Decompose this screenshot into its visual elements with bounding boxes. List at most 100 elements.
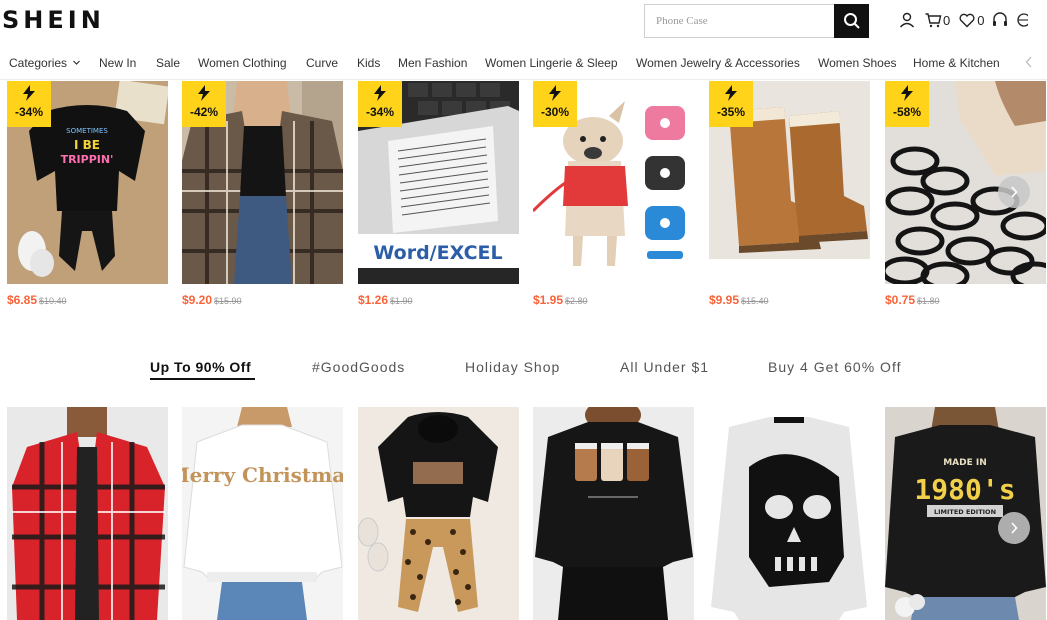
- discount-text: -34%: [365, 105, 394, 119]
- tab-up-to-90-off[interactable]: Up To 90% Off: [150, 359, 251, 375]
- chevron-right-icon: [1011, 522, 1018, 534]
- tab-buy-4-get-60-off[interactable]: Buy 4 Get 60% Off: [768, 359, 901, 375]
- flash-discount-badge: -34%: [7, 81, 51, 127]
- lightning-icon: [23, 85, 35, 101]
- nav-item-new-in[interactable]: New In: [99, 56, 136, 70]
- nav-scroll-left-button[interactable]: [1018, 46, 1040, 78]
- lightning-icon: [549, 85, 561, 101]
- original-price: $15.90: [214, 296, 242, 306]
- chevron-down-icon: [73, 60, 81, 65]
- discount-text: -35%: [716, 105, 745, 119]
- product-card[interactable]: -42%: [182, 81, 343, 284]
- wishlist-button[interactable]: 0: [958, 11, 984, 29]
- nav-item-women-clothing[interactable]: Women Clothing: [198, 56, 287, 70]
- shirt-print-line-1: MADE IN: [943, 458, 987, 468]
- sale-price: $0.75: [885, 293, 916, 307]
- product-image: [7, 407, 168, 620]
- original-price: $1.80: [917, 296, 940, 306]
- kids-print-line-1: SOMETIMES: [66, 127, 108, 135]
- sweater-print: Merry Christmas: [182, 463, 343, 487]
- product-image: [358, 407, 519, 620]
- cart-count: 0: [943, 12, 951, 28]
- nav-item-label: Categories: [9, 56, 68, 70]
- product-image: [533, 407, 694, 620]
- lightning-icon: [725, 85, 737, 101]
- category-nav: Categories New In Sale Women Clothing Cu…: [0, 44, 1047, 80]
- original-price: $10.40: [39, 296, 67, 306]
- sticker-label: Word/EXCEL: [373, 242, 502, 264]
- nav-item-women-jewelry[interactable]: Women Jewelry & Accessories: [636, 56, 800, 70]
- product-price: $6.85 $10.40: [7, 293, 67, 307]
- nav-item-sale[interactable]: Sale: [156, 56, 180, 70]
- original-price: $1.90: [390, 296, 413, 306]
- sale-price: $1.26: [358, 293, 389, 307]
- original-price: $2.80: [565, 296, 588, 306]
- original-price: $15.40: [741, 296, 769, 306]
- kids-print-line-2: I BE: [74, 138, 100, 152]
- user-icon[interactable]: [898, 11, 916, 29]
- nav-item-kids[interactable]: Kids: [357, 56, 380, 70]
- chevron-left-icon: [1025, 56, 1032, 68]
- headset-icon[interactable]: [992, 11, 1008, 29]
- product-card[interactable]: -58%: [885, 81, 1046, 284]
- flash-discount-badge: -34%: [358, 81, 402, 127]
- search-icon: [843, 13, 860, 29]
- cart-button[interactable]: 0: [924, 11, 950, 29]
- carousel-next-button[interactable]: [998, 512, 1030, 544]
- shirt-print-line-3: LIMITED EDITION: [934, 508, 996, 516]
- heart-icon: [959, 13, 975, 28]
- search-bar: [644, 4, 869, 38]
- discount-text: -58%: [892, 105, 921, 119]
- product-price: $0.75 $1.80: [885, 293, 940, 307]
- shirt-print-line-2: 1980's: [914, 473, 1015, 506]
- product-card[interactable]: [533, 407, 694, 620]
- product-image: Merry Christmas: [182, 407, 343, 620]
- active-tab-indicator: [150, 378, 255, 380]
- product-card[interactable]: SOMETIMES I BE TRIPPIN' -34%: [7, 81, 168, 284]
- wishlist-count: 0: [977, 12, 985, 28]
- product-price: $9.20 $15.90: [182, 293, 242, 307]
- discount-text: -34%: [14, 105, 43, 119]
- product-card[interactable]: Merry Christmas: [182, 407, 343, 620]
- tab-holiday-shop[interactable]: Holiday Shop: [465, 359, 560, 375]
- globe-icon[interactable]: [1016, 11, 1029, 29]
- product-card[interactable]: -30%: [533, 81, 694, 284]
- nav-item-curve[interactable]: Curve: [306, 56, 338, 70]
- carousel-next-button[interactable]: [998, 176, 1030, 208]
- product-card[interactable]: [709, 407, 870, 620]
- sale-price: $9.20: [182, 293, 213, 307]
- kids-print-line-3: TRIPPIN': [61, 153, 114, 166]
- nav-item-men-fashion[interactable]: Men Fashion: [398, 56, 467, 70]
- header: SHEIN 0 0: [0, 0, 1047, 40]
- sale-price: $9.95: [709, 293, 740, 307]
- nav-item-home-kitchen[interactable]: Home & Kitchen: [913, 56, 1000, 70]
- lightning-icon: [374, 85, 386, 101]
- lightning-icon: [901, 85, 913, 101]
- tab-all-under-1[interactable]: All Under $1: [620, 359, 709, 375]
- chevron-right-icon: [1011, 186, 1018, 198]
- product-card[interactable]: [7, 407, 168, 620]
- product-card[interactable]: MADE IN 1980's LIMITED EDITION: [885, 407, 1046, 620]
- sale-price: $1.95: [533, 293, 564, 307]
- product-price: $1.26 $1.90: [358, 293, 413, 307]
- product-card[interactable]: Word/EXCEL -34%: [358, 81, 519, 284]
- nav-item-categories[interactable]: Categories: [9, 56, 81, 70]
- flash-discount-badge: -35%: [709, 81, 753, 127]
- nav-item-women-lingerie[interactable]: Women Lingerie & Sleep: [485, 56, 618, 70]
- discount-text: -42%: [189, 105, 218, 119]
- product-card[interactable]: -35%: [709, 81, 870, 284]
- tab-good-goods[interactable]: #GoodGoods: [312, 359, 405, 375]
- flash-discount-badge: -42%: [182, 81, 226, 127]
- product-price: $9.95 $15.40: [709, 293, 769, 307]
- lightning-icon: [198, 85, 210, 101]
- sale-price: $6.85: [7, 293, 38, 307]
- product-card[interactable]: [358, 407, 519, 620]
- nav-item-women-shoes[interactable]: Women Shoes: [818, 56, 897, 70]
- shein-logo[interactable]: SHEIN: [2, 6, 105, 34]
- search-button[interactable]: [834, 4, 869, 38]
- product-price: $1.95 $2.80: [533, 293, 588, 307]
- header-icons: 0 0: [898, 10, 1029, 30]
- discount-text: -30%: [540, 105, 569, 119]
- search-input[interactable]: [645, 5, 835, 37]
- flash-discount-badge: -30%: [533, 81, 577, 127]
